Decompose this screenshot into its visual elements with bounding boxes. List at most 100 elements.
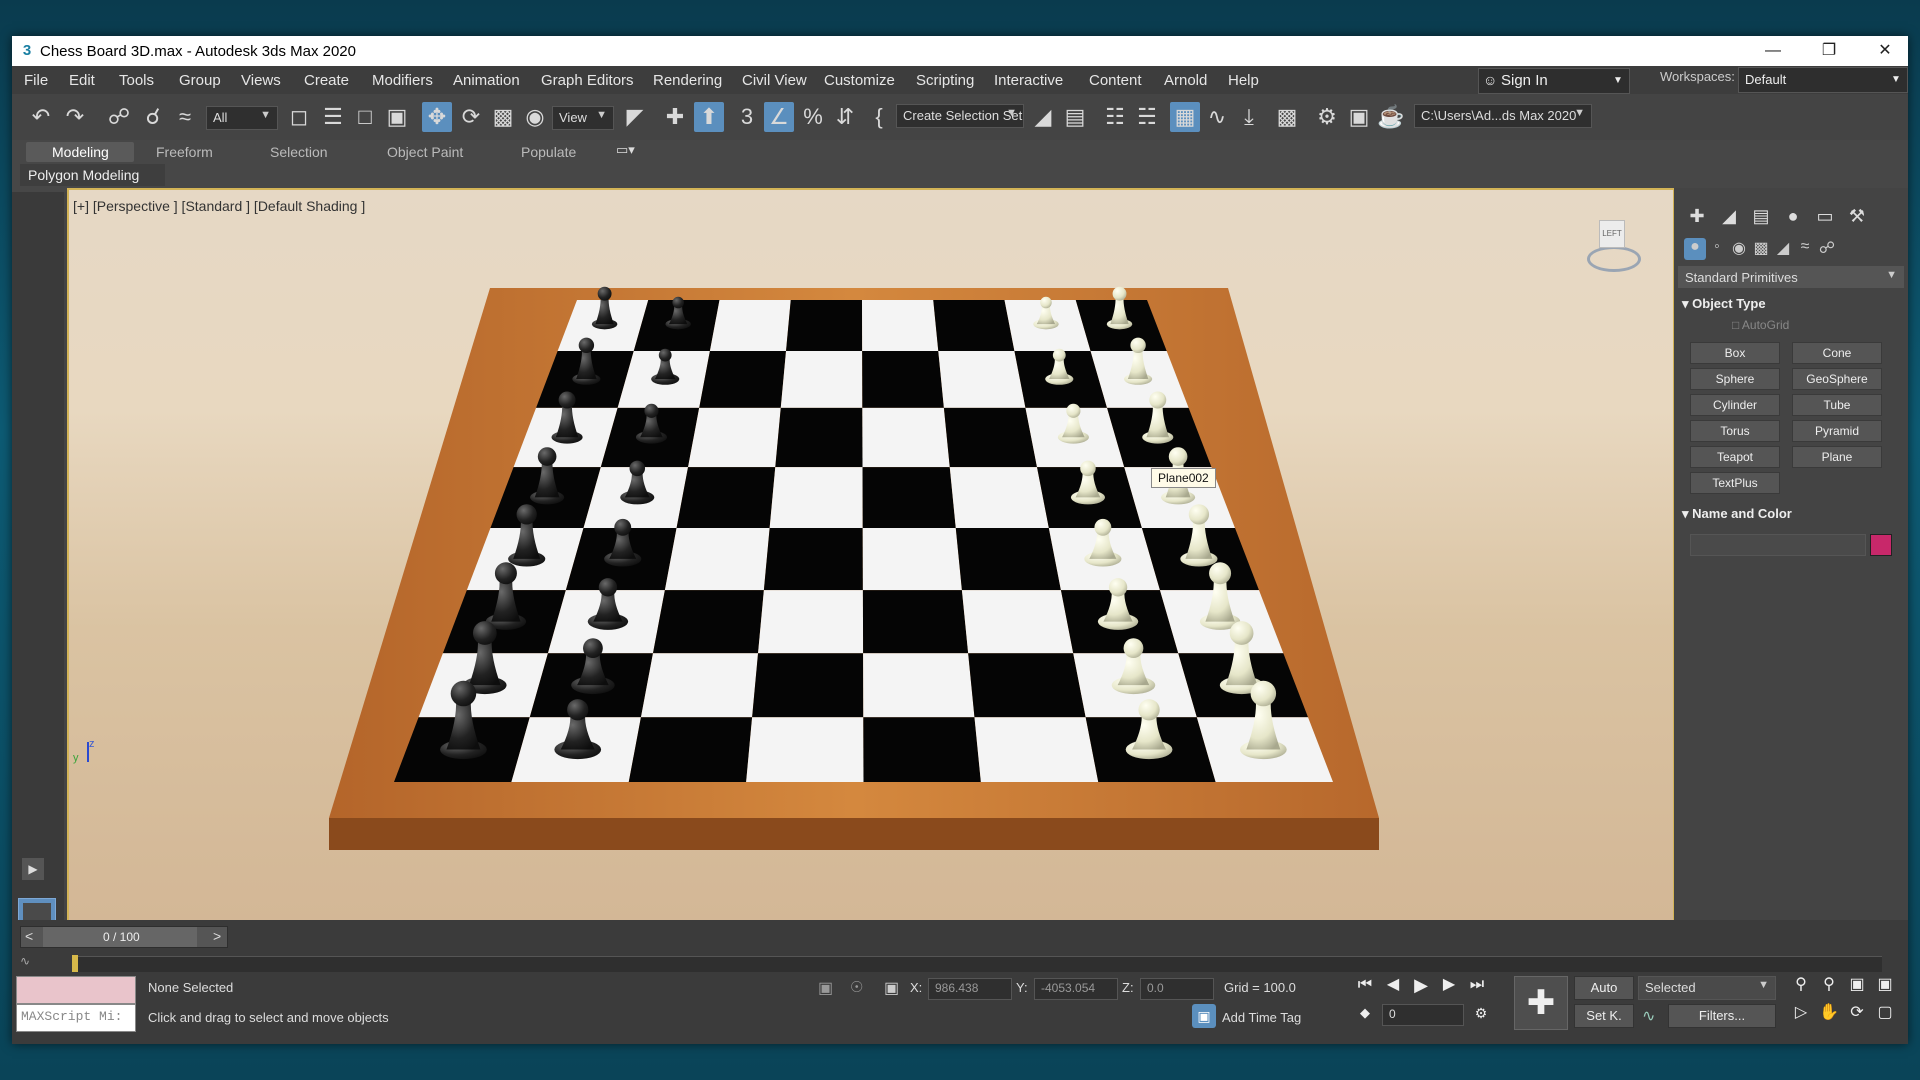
- menu-create[interactable]: Create: [304, 72, 349, 89]
- render-production-icon[interactable]: ☕: [1376, 102, 1406, 132]
- expand-layout-icon[interactable]: ▶: [22, 858, 44, 880]
- object-name-field[interactable]: [1690, 534, 1866, 556]
- snaps-toggle-icon[interactable]: 3: [732, 102, 762, 132]
- menu-modifiers[interactable]: Modifiers: [372, 72, 433, 89]
- maxscript-mini-listener[interactable]: MAXScript Mi:: [16, 1004, 136, 1032]
- align-icon[interactable]: ▤: [1060, 102, 1090, 132]
- z-coordinate-field[interactable]: 0.0: [1140, 978, 1214, 1000]
- modify-tab-icon[interactable]: ◢: [1716, 206, 1742, 228]
- isolate-selection-icon[interactable]: ▣: [818, 978, 833, 998]
- sphere-button[interactable]: Sphere: [1690, 368, 1780, 390]
- y-coordinate-field[interactable]: -4053.054: [1034, 978, 1118, 1000]
- menu-arnold[interactable]: Arnold: [1164, 72, 1207, 89]
- pyramid-button[interactable]: Pyramid: [1792, 420, 1882, 442]
- render-setup-icon[interactable]: ⚙: [1312, 102, 1342, 132]
- scene-explorer-icon[interactable]: ☷: [1100, 102, 1130, 132]
- display-tab-icon[interactable]: ▭: [1812, 206, 1838, 228]
- named-selection-dropdown[interactable]: Create Selection Set ▼: [896, 104, 1024, 128]
- current-frame-field[interactable]: 0: [1382, 1004, 1464, 1026]
- menu-interactive[interactable]: Interactive: [994, 72, 1063, 89]
- tab-object-paint[interactable]: Object Paint: [387, 144, 463, 160]
- layer-explorer-icon[interactable]: ☵: [1132, 102, 1162, 132]
- torus-button[interactable]: Torus: [1690, 420, 1780, 442]
- lights-icon[interactable]: ◉: [1728, 238, 1750, 260]
- viewcube[interactable]: LEFT: [1581, 220, 1641, 280]
- pivot-center-icon[interactable]: ◤: [620, 102, 650, 132]
- space-warps-icon[interactable]: ≈: [1794, 238, 1816, 260]
- field-of-view-icon[interactable]: ▷: [1788, 1002, 1814, 1024]
- minimize-button[interactable]: —: [1750, 36, 1796, 66]
- material-editor-icon[interactable]: ▩: [1272, 102, 1302, 132]
- select-and-scale-icon[interactable]: ▩: [488, 102, 518, 132]
- set-key-button[interactable]: Set K.: [1574, 1004, 1634, 1028]
- menu-help[interactable]: Help: [1228, 72, 1259, 89]
- rendered-frame-window-icon[interactable]: ▣: [1344, 102, 1374, 132]
- add-time-tag[interactable]: Add Time Tag: [1222, 1010, 1301, 1025]
- x-coordinate-field[interactable]: 986.438: [928, 978, 1012, 1000]
- rectangular-selection-icon[interactable]: □: [350, 102, 380, 132]
- textplus-button[interactable]: TextPlus: [1690, 472, 1780, 494]
- systems-icon[interactable]: ☍: [1816, 238, 1838, 260]
- perspective-viewport[interactable]: [+] [Perspective ] [Standard ] [Default …: [67, 188, 1675, 924]
- geosphere-button[interactable]: GeoSphere: [1792, 368, 1882, 390]
- maximize-viewport-icon[interactable]: ▢: [1872, 1002, 1898, 1024]
- time-slider-prev-icon[interactable]: <: [25, 928, 33, 944]
- restore-button[interactable]: ❐: [1806, 36, 1852, 66]
- workspace-dropdown[interactable]: Default ▼: [1738, 67, 1908, 93]
- next-frame-icon[interactable]: ▶: [1436, 974, 1462, 996]
- lock-selection-icon[interactable]: ☉: [850, 978, 863, 996]
- edit-named-selection-icon[interactable]: {: [864, 102, 894, 132]
- menu-customize[interactable]: Customize: [824, 72, 895, 89]
- cone-button[interactable]: Cone: [1792, 342, 1882, 364]
- zoom-extents-all-icon[interactable]: ▣: [1872, 974, 1898, 996]
- select-and-rotate-icon[interactable]: ⟳: [456, 102, 486, 132]
- zoom-all-icon[interactable]: ⚲: [1816, 974, 1842, 996]
- link-icon[interactable]: ☍: [104, 102, 134, 132]
- box-button[interactable]: Box: [1690, 342, 1780, 364]
- unlink-icon[interactable]: ☌: [138, 102, 168, 132]
- menu-edit[interactable]: Edit: [69, 72, 95, 89]
- track-bar[interactable]: [72, 955, 1882, 975]
- shapes-icon[interactable]: ◦: [1706, 238, 1728, 260]
- absolute-mode-icon[interactable]: ▣: [884, 978, 899, 998]
- time-tag-icon[interactable]: ▣: [1192, 1004, 1216, 1028]
- menu-views[interactable]: Views: [241, 72, 281, 89]
- bind-space-warp-icon[interactable]: ≈: [170, 102, 200, 132]
- close-button[interactable]: ✕: [1862, 36, 1908, 66]
- percent-snap-icon[interactable]: %: [798, 102, 828, 132]
- auto-key-button[interactable]: Auto: [1574, 976, 1634, 1000]
- menu-graph-editors[interactable]: Graph Editors: [541, 72, 634, 89]
- menu-tools[interactable]: Tools: [119, 72, 154, 89]
- create-tab-icon[interactable]: ✚: [1684, 206, 1710, 228]
- go-to-start-icon[interactable]: ⏮: [1352, 974, 1378, 996]
- undo-icon[interactable]: ↶: [26, 102, 56, 132]
- object-color-swatch[interactable]: [1870, 534, 1892, 556]
- reference-coordinate-dropdown[interactable]: View ▼: [552, 106, 614, 130]
- orbit-icon[interactable]: ⟳: [1844, 1002, 1870, 1024]
- tab-populate[interactable]: Populate: [521, 144, 576, 160]
- sign-in-dropdown[interactable]: ☺ Sign In ▼: [1478, 68, 1630, 94]
- time-configuration-icon[interactable]: ⚙: [1468, 1002, 1494, 1024]
- menu-animation[interactable]: Animation: [453, 72, 520, 89]
- select-by-name-icon[interactable]: ☰: [318, 102, 348, 132]
- polygon-modeling-panel[interactable]: Polygon Modeling: [20, 164, 165, 186]
- zoom-extents-icon[interactable]: ▣: [1844, 974, 1870, 996]
- menu-group[interactable]: Group: [179, 72, 221, 89]
- play-icon[interactable]: ▶: [1408, 974, 1434, 996]
- name-and-color-rollout[interactable]: ▾ Name and Color: [1682, 506, 1792, 522]
- hierarchy-tab-icon[interactable]: ▤: [1748, 206, 1774, 228]
- category-dropdown[interactable]: Standard Primitives ▼: [1678, 266, 1904, 288]
- cylinder-button[interactable]: Cylinder: [1690, 394, 1780, 416]
- go-to-end-icon[interactable]: ⏭: [1464, 974, 1490, 996]
- ribbon-toggle-icon[interactable]: ▦: [1170, 102, 1200, 132]
- key-mode-toggle-icon[interactable]: ◆: [1352, 1002, 1378, 1024]
- geometry-icon[interactable]: ●: [1684, 238, 1706, 260]
- autogrid-checkbox[interactable]: □ AutoGrid: [1732, 318, 1789, 332]
- default-in-out-tangent-icon[interactable]: ∿: [1642, 1006, 1655, 1026]
- viewport-label[interactable]: [+] [Perspective ] [Standard ] [Default …: [73, 198, 365, 214]
- pan-view-icon[interactable]: ✋: [1816, 1002, 1842, 1024]
- project-folder-dropdown[interactable]: C:\Users\Ad...ds Max 2020 ▼: [1414, 104, 1592, 128]
- zoom-icon[interactable]: ⚲: [1788, 974, 1814, 996]
- teapot-button[interactable]: Teapot: [1690, 446, 1780, 468]
- mirror-icon[interactable]: ◢: [1028, 102, 1058, 132]
